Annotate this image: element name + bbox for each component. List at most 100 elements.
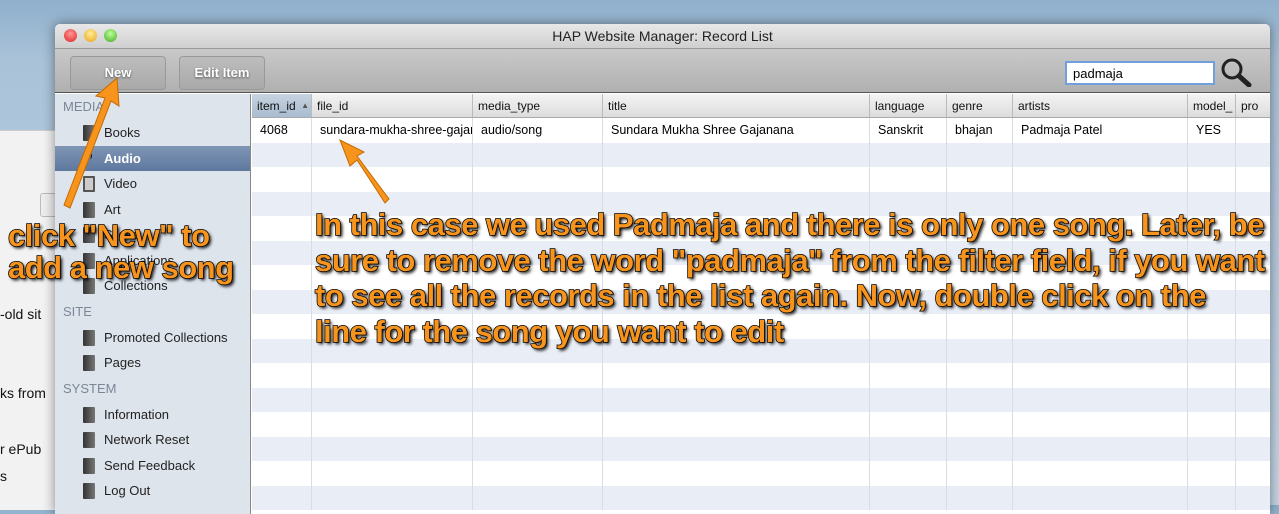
column-header-media_type[interactable]: media_type — [473, 94, 603, 117]
table-cell — [1236, 118, 1270, 143]
sidebar-section-site: SITE — [63, 303, 92, 319]
table-cell — [1236, 461, 1270, 486]
book-icon — [83, 355, 95, 371]
table-cell — [1236, 167, 1270, 192]
table-cell — [252, 191, 312, 216]
sidebar: MEDIA Books ♪ Audio Video Art Slides Applicatio… — [55, 94, 251, 514]
table-cell — [312, 142, 473, 167]
table-cell: YES — [1188, 118, 1236, 143]
table-row[interactable] — [252, 387, 1270, 412]
zoom-button[interactable] — [104, 29, 117, 42]
table-cell — [1013, 363, 1188, 388]
sidebar-item-video[interactable]: Video — [55, 171, 250, 197]
table-cell: sundara-mukha-shree-gajanana — [312, 118, 473, 143]
table-cell — [312, 167, 473, 192]
table-row[interactable] — [252, 142, 1270, 168]
sidebar-item-label: Video — [104, 176, 138, 191]
book-icon — [83, 125, 95, 141]
table-cell — [947, 412, 1013, 437]
sidebar-item-label: Information — [104, 406, 170, 422]
window-title: HAP Website Manager: Record List — [552, 28, 773, 44]
table-cell — [473, 461, 603, 486]
table-cell — [473, 363, 603, 388]
sidebar-item-audio[interactable]: ♪ Audio — [55, 143, 250, 171]
column-header-language[interactable]: language — [870, 94, 947, 117]
table-cell — [1013, 485, 1188, 510]
table-cell — [473, 142, 603, 167]
table-cell — [870, 387, 947, 412]
book-icon — [83, 406, 95, 423]
table-cell — [603, 436, 870, 461]
search-input[interactable] — [1065, 61, 1215, 85]
table-cell — [252, 485, 312, 510]
column-header-artists[interactable]: artists — [1013, 94, 1188, 117]
table-cell — [1236, 486, 1270, 511]
sidebar-item-promoted-collections[interactable]: Promoted Collections — [55, 325, 250, 351]
book-icon — [83, 457, 95, 474]
column-header-model[interactable]: model_ — [1188, 94, 1236, 117]
table-cell — [1013, 461, 1188, 486]
table-row[interactable] — [252, 167, 1270, 192]
table-cell — [947, 387, 1013, 412]
table-cell — [947, 142, 1013, 167]
table-cell — [947, 485, 1013, 510]
table-row[interactable] — [252, 412, 1270, 437]
table-cell — [473, 485, 603, 510]
close-button[interactable] — [64, 29, 77, 42]
sidebar-item-label: Promoted Collections — [104, 329, 228, 345]
table-cell — [870, 142, 947, 167]
table-cell — [1188, 363, 1236, 388]
column-header-genre[interactable]: genre — [947, 94, 1013, 117]
sidebar-item-network-reset[interactable]: Network Reset — [55, 427, 250, 453]
table-cell — [1188, 436, 1236, 461]
sidebar-item-label: Pages — [104, 355, 141, 370]
table-cell — [603, 485, 870, 510]
table-cell — [1188, 412, 1236, 437]
table-cell — [603, 167, 870, 192]
table-cell — [1236, 143, 1270, 168]
table-cell — [1013, 412, 1188, 437]
sidebar-item-pages[interactable]: Pages — [55, 350, 250, 376]
table-row[interactable] — [252, 363, 1270, 388]
table-cell: 4068 — [252, 118, 312, 143]
sidebar-item-label: Send Feedback — [104, 457, 196, 473]
magnifier-icon[interactable] — [1220, 57, 1252, 87]
table-cell — [1188, 142, 1236, 167]
table-cell — [312, 387, 473, 412]
table-cell — [870, 167, 947, 192]
table-cell — [473, 387, 603, 412]
sidebar-item-log-out[interactable]: Log Out — [55, 478, 250, 504]
sort-ascending-icon: ▲ — [301, 101, 309, 110]
table-row[interactable]: 4068sundara-mukha-shree-gajananaaudio/so… — [252, 118, 1270, 143]
table-row[interactable] — [252, 485, 1270, 511]
table-cell — [603, 387, 870, 412]
filter-hint-annotation: In this case we used Padmaja and there i… — [314, 206, 1266, 349]
edit-item-button[interactable]: Edit Item — [179, 56, 265, 90]
sidebar-item-send-feedback[interactable]: Send Feedback — [55, 453, 250, 479]
column-header-file_id[interactable]: file_id — [312, 94, 473, 117]
sidebar-section-media: MEDIA — [63, 99, 105, 114]
sidebar-item-information[interactable]: Information — [55, 402, 250, 428]
column-header-item_id[interactable]: item_id ▲ — [252, 94, 312, 117]
table-header: item_id ▲ file_id media_type title language ge… — [252, 94, 1270, 118]
table-cell — [870, 485, 947, 510]
background-text: r ePub — [0, 441, 42, 457]
table-cell — [473, 412, 603, 437]
table-cell — [870, 412, 947, 437]
table-cell — [947, 363, 1013, 388]
table-cell — [1236, 437, 1270, 462]
sidebar-item-label: Books — [104, 125, 141, 140]
table-cell — [1013, 387, 1188, 412]
toolbar: New Edit Item — [55, 48, 1270, 93]
table-cell — [1188, 461, 1236, 486]
table-row[interactable] — [252, 436, 1270, 462]
palette-icon — [83, 201, 95, 218]
column-header-pro[interactable]: pro — [1236, 94, 1270, 117]
column-header-title[interactable]: title — [603, 94, 870, 117]
table-cell — [1013, 436, 1188, 461]
table-cell — [252, 461, 312, 486]
table-row[interactable] — [252, 461, 1270, 486]
minimize-button[interactable] — [84, 29, 97, 42]
book-icon — [83, 483, 95, 499]
new-button[interactable]: New — [70, 56, 166, 90]
